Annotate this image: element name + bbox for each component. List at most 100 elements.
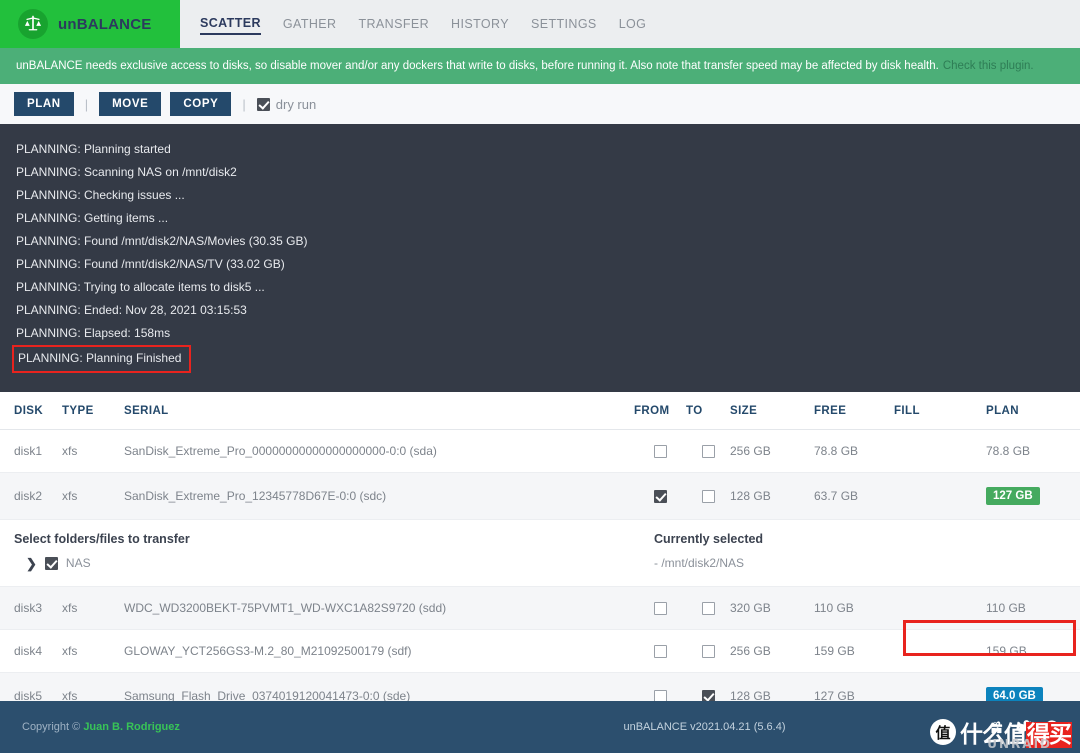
balance-scale-icon <box>18 9 48 39</box>
from-checkbox[interactable] <box>653 444 667 458</box>
log-line-highlighted: PLANNING: Planning Finished <box>12 345 192 373</box>
cell-free: 110 GB <box>814 586 894 630</box>
cell-plan: 78.8 GB <box>986 429 1080 473</box>
cell-type: xfs <box>62 586 124 630</box>
table-row: disk4 xfs GLOWAY_YCT256GS3-M.2_80_M21092… <box>0 629 1080 673</box>
dry-run-checkbox[interactable] <box>256 97 270 111</box>
cell-size: 128 GB <box>730 472 814 520</box>
col-disk: DISK <box>0 392 62 430</box>
banner-text: unBALANCE needs exclusive access to disk… <box>16 60 939 72</box>
cell-to <box>686 472 730 520</box>
log-line: PLANNING: Ended: Nov 28, 2021 03:15:53 <box>16 303 247 317</box>
cell-disk: disk3 <box>0 586 62 630</box>
gift-icon[interactable] <box>989 720 1004 735</box>
to-checkbox[interactable] <box>701 489 715 503</box>
cell-size: 320 GB <box>730 586 814 630</box>
plan-button[interactable]: PLAN <box>14 92 74 116</box>
footer-version: unBALANCE v2021.04.21 (5.6.4) <box>623 721 786 733</box>
to-checkbox[interactable] <box>701 601 715 615</box>
cell-fill <box>894 429 986 473</box>
disk-table: DISK TYPE SERIAL FROM TO SIZE FREE FILL … <box>0 392 1080 753</box>
log-line: PLANNING: Planning started <box>16 142 171 156</box>
app-footer: Copyright © Juan B. Rodriguez unBALANCE … <box>0 701 1080 753</box>
cell-plan: 110 GB <box>986 586 1080 630</box>
brand-name: unBALANCE <box>58 15 152 33</box>
cell-size: 256 GB <box>730 629 814 673</box>
cell-fill <box>894 586 986 630</box>
action-toolbar: PLAN | MOVE COPY | dry run <box>0 84 1080 124</box>
cell-plan: 159 GB <box>986 629 1080 673</box>
to-checkbox[interactable] <box>701 644 715 658</box>
from-checkbox[interactable] <box>653 644 667 658</box>
cell-serial: SanDisk_Extreme_Pro_00000000000000000000… <box>124 429 634 473</box>
from-checkbox[interactable] <box>653 601 667 615</box>
cell-disk: disk1 <box>0 429 62 473</box>
copy-button[interactable]: COPY <box>170 92 232 116</box>
tab-scatter[interactable]: SCATTER <box>200 13 261 35</box>
log-line: PLANNING: Trying to allocate items to di… <box>16 280 265 294</box>
col-fill: FILL <box>894 392 986 430</box>
tab-log[interactable]: LOG <box>619 14 647 34</box>
log-line: PLANNING: Getting items ... <box>16 211 169 225</box>
chevron-right-icon[interactable]: ❯ <box>26 557 37 570</box>
tab-settings[interactable]: SETTINGS <box>531 14 597 34</box>
cell-disk: disk2 <box>0 472 62 520</box>
folder-picker-right: Currently selected - /mnt/disk2/NAS <box>654 532 763 570</box>
cell-free: 78.8 GB <box>814 429 894 473</box>
cell-free: 63.7 GB <box>814 472 894 520</box>
brand-logo-area: unBALANCE <box>0 0 180 48</box>
cell-from <box>634 629 686 673</box>
folder-picker-row: Select folders/files to transfer ❯ NAS C… <box>0 519 1080 587</box>
col-size: SIZE <box>730 392 814 430</box>
cell-type: xfs <box>62 429 124 473</box>
nas-checkbox[interactable] <box>44 556 58 570</box>
toolbar-divider-1: | <box>84 96 89 112</box>
toolbar-divider-2: | <box>242 96 246 112</box>
col-serial: SERIAL <box>124 392 634 430</box>
cell-serial: GLOWAY_YCT256GS3-M.2_80_M21092500179 (sd… <box>124 629 634 673</box>
cell-from <box>634 429 686 473</box>
twitter-icon[interactable] <box>1016 719 1032 735</box>
cell-fill <box>894 472 986 520</box>
folder-picker-left: Select folders/files to transfer ❯ NAS <box>14 532 654 570</box>
main-nav: SCATTER GATHER TRANSFER HISTORY SETTINGS… <box>180 0 1080 48</box>
disk-table-wrapper: DISK TYPE SERIAL FROM TO SIZE FREE FILL … <box>0 392 1080 753</box>
app-header: unBALANCE SCATTER GATHER TRANSFER HISTOR… <box>0 0 1080 48</box>
to-checkbox[interactable] <box>701 444 715 458</box>
currently-selected-value: - /mnt/disk2/NAS <box>654 556 745 570</box>
currently-selected-title: Currently selected <box>654 532 764 546</box>
banner-link[interactable]: Check this plugin. <box>943 60 1034 72</box>
warning-banner: unBALANCE needs exclusive access to disk… <box>0 48 1080 84</box>
log-line: PLANNING: Found /mnt/disk2/NAS/TV (33.02… <box>16 257 285 271</box>
copyright-prefix: Copyright © <box>22 721 81 733</box>
cell-from <box>634 472 686 520</box>
cell-to <box>686 586 730 630</box>
tab-history[interactable]: HISTORY <box>451 14 509 34</box>
tab-transfer[interactable]: TRANSFER <box>358 14 429 34</box>
from-checkbox[interactable] <box>653 489 667 503</box>
plan-badge: 127 GB <box>986 487 1040 505</box>
col-from: FROM <box>634 392 686 430</box>
table-row: disk3 xfs WDC_WD3200BEKT-75PVMT1_WD-WXC1… <box>0 586 1080 630</box>
cell-serial: WDC_WD3200BEKT-75PVMT1_WD-WXC1A82S9720 (… <box>124 586 634 630</box>
cell-to <box>686 629 730 673</box>
footer-social-icons <box>989 719 1080 735</box>
planning-console: PLANNING: Planning started PLANNING: Sca… <box>0 124 1080 392</box>
author-link[interactable]: Juan B. Rodriguez <box>83 721 180 733</box>
tab-gather[interactable]: GATHER <box>283 14 337 34</box>
list-item[interactable]: ❯ NAS <box>14 556 654 570</box>
table-header-row: DISK TYPE SERIAL FROM TO SIZE FREE FILL … <box>0 392 1080 430</box>
col-plan: PLAN <box>986 392 1080 430</box>
cell-size: 256 GB <box>730 429 814 473</box>
folder-picker-cell: Select folders/files to transfer ❯ NAS C… <box>0 519 1080 587</box>
github-icon[interactable] <box>1044 719 1060 735</box>
table-row: disk1 xfs SanDisk_Extreme_Pro_0000000000… <box>0 429 1080 473</box>
log-line: PLANNING: Found /mnt/disk2/NAS/Movies (3… <box>16 234 308 248</box>
dry-run-label: dry run <box>275 96 317 112</box>
cell-serial: SanDisk_Extreme_Pro_12345778D67E-0:0 (sd… <box>124 472 634 520</box>
move-button[interactable]: MOVE <box>99 92 162 116</box>
dry-run-toggle[interactable]: dry run <box>256 96 317 112</box>
watermark-unraid-overlay: UNRAID <box>987 737 1052 751</box>
footer-copyright: Copyright © Juan B. Rodriguez <box>0 721 420 733</box>
cell-type: xfs <box>62 629 124 673</box>
